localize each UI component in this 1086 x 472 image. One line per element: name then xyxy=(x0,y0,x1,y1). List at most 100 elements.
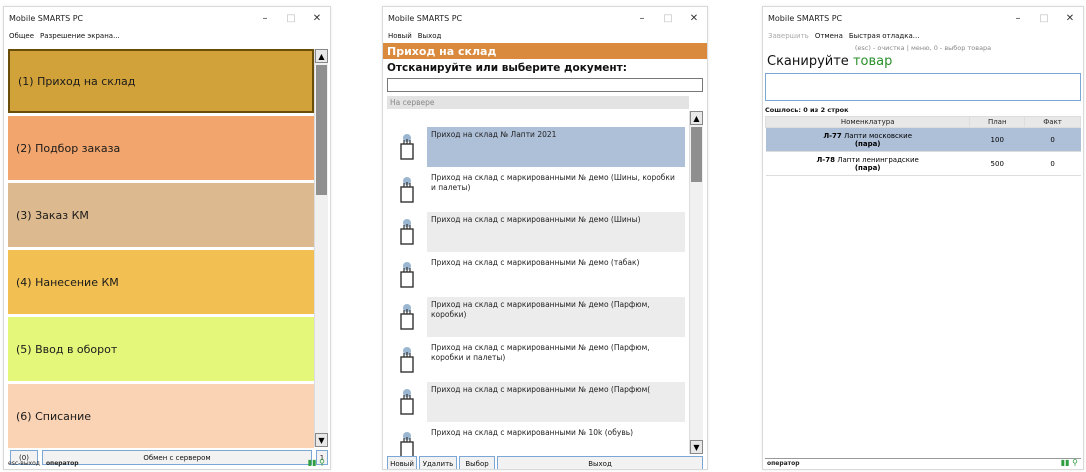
match-counter: Сошлось: 0 из 2 строк xyxy=(765,106,849,114)
col-header-nomenclature: Номенклатура xyxy=(764,116,971,128)
status-bar: оператор xyxy=(767,460,800,467)
exit-button[interactable]: Выход xyxy=(497,456,703,469)
network-status-icon: ▮▮ ⚲ xyxy=(1060,458,1078,467)
new-button[interactable]: Новый xyxy=(387,456,417,469)
keyboard-hint: (esc) - очистка | меню, 0 - выбор товара xyxy=(854,44,992,52)
status-user: оператор xyxy=(767,460,800,467)
window-title: Mobile SMARTS PC xyxy=(768,13,843,23)
maximize-button[interactable]: □ xyxy=(278,13,304,24)
vertical-scrollbar[interactable]: ▲ ▼ xyxy=(689,111,703,454)
scan-prompt: Сканируйте товар xyxy=(763,52,1083,71)
title-bar: Mobile SMARTS PC – □ ✕ xyxy=(383,7,707,29)
tile-apply-km[interactable]: (4) Нанесение КМ xyxy=(8,250,314,314)
minimize-button[interactable]: – xyxy=(252,13,278,24)
document-icon xyxy=(387,127,427,167)
document-icon xyxy=(387,382,427,422)
operation-banner: Приход на склад xyxy=(383,43,707,59)
cell-nomenclature: Л-77 Лапти московские (пара) xyxy=(765,127,970,152)
menu-finish[interactable]: Завершить xyxy=(768,32,809,40)
item-name: Лапти московские xyxy=(844,131,912,140)
item-unit: (пара) xyxy=(854,139,881,148)
group-header-server: На сервере xyxy=(387,96,689,109)
cell-plan: 500 xyxy=(969,151,1025,176)
bottom-divider xyxy=(765,458,1081,459)
cell-nomenclature: Л-78 Лапти ленинградские (пара) xyxy=(765,151,970,176)
minimize-button[interactable]: – xyxy=(629,13,655,24)
sync-server-button[interactable]: Обмен с сервером xyxy=(42,450,312,465)
status-user: оператор xyxy=(45,460,79,467)
document-title: Приход на склад с маркированными № демо … xyxy=(427,382,685,422)
document-icon xyxy=(387,340,427,380)
col-header-plan: План xyxy=(969,116,1026,128)
table-header: Номенклатура План Факт xyxy=(764,116,1081,128)
scroll-up-icon[interactable]: ▲ xyxy=(315,49,328,63)
close-button[interactable]: ✕ xyxy=(304,13,330,24)
item-name: Лапти ленинградские xyxy=(837,155,919,164)
status-bar: esc-выход оператор xyxy=(8,460,79,467)
document-icon xyxy=(387,170,427,210)
tile-circulation[interactable]: (5) Ввод в оборот xyxy=(8,317,314,381)
document-item[interactable]: Приход на склад с маркированными № демо … xyxy=(387,382,685,422)
cell-fact: 0 xyxy=(1024,151,1081,176)
document-icon xyxy=(387,425,427,457)
maximize-button[interactable]: □ xyxy=(655,13,681,24)
close-button[interactable]: ✕ xyxy=(681,13,707,24)
document-title: Приход на склад с маркированными № демо … xyxy=(427,297,685,337)
document-item[interactable]: Приход на склад с маркированными № демо … xyxy=(387,169,685,210)
document-item[interactable]: Приход на склад с маркированными № демо … xyxy=(387,254,685,295)
document-title: Приход на склад с маркированными № 10k (… xyxy=(427,424,685,457)
scroll-up-icon[interactable]: ▲ xyxy=(690,111,703,125)
table-row[interactable]: Л-78 Лапти ленинградские (пара) 500 0 xyxy=(765,151,1081,176)
document-item[interactable]: Приход на склад с маркированными № демо … xyxy=(387,297,685,337)
vertical-scrollbar[interactable]: ▲ ▼ xyxy=(314,49,328,447)
scan-goods-window: Mobile SMARTS PC – □ ✕ Завершить Отмена … xyxy=(762,6,1084,470)
document-icon xyxy=(387,255,427,295)
document-item[interactable]: Приход на склад с маркированными № 10k (… xyxy=(387,424,685,457)
maximize-button[interactable]: □ xyxy=(1031,13,1057,24)
menu-bar: Общее Разрешение экрана... xyxy=(4,29,330,43)
menu-exit[interactable]: Выход xyxy=(418,32,442,40)
document-title: Приход на склад № Лапти 2021 xyxy=(427,127,685,167)
document-item[interactable]: Приход на склад № Лапти 2021 xyxy=(387,127,685,167)
document-icon xyxy=(387,297,427,337)
status-esc-hint: esc-выход xyxy=(8,460,40,467)
tile-order-km[interactable]: (3) Заказ КМ xyxy=(8,183,314,247)
document-title: Приход на склад с маркированными № демо … xyxy=(427,212,685,252)
scroll-thumb[interactable] xyxy=(316,65,327,195)
menu-screen-resolution[interactable]: Разрешение экрана... xyxy=(40,32,120,40)
scan-prompt-item: товар xyxy=(852,54,893,69)
scroll-down-icon[interactable]: ▼ xyxy=(315,433,328,447)
document-list: Приход на склад № Лапти 2021 Приход на с… xyxy=(387,127,685,457)
scan-prompt-prefix: Сканируйте xyxy=(767,54,853,69)
document-title: Приход на склад с маркированными № демо … xyxy=(427,339,685,380)
document-item[interactable]: Приход на склад с маркированными № демо … xyxy=(387,212,685,252)
title-bar: Mobile SMARTS PC – □ ✕ xyxy=(763,7,1083,29)
tile-order-picking[interactable]: (2) Подбор заказа xyxy=(8,116,314,180)
operations-list: (1) Приход на склад (2) Подбор заказа (3… xyxy=(8,49,314,449)
close-button[interactable]: ✕ xyxy=(1057,13,1083,24)
minimize-button[interactable]: – xyxy=(1005,13,1031,24)
barcode-input[interactable] xyxy=(387,78,703,92)
barcode-input[interactable] xyxy=(765,73,1081,101)
item-code: Л-77 xyxy=(823,131,842,140)
window-title: Mobile SMARTS PC xyxy=(9,13,84,23)
menu-quick-debug[interactable]: Быстрая отладка... xyxy=(849,32,920,40)
menu-cancel[interactable]: Отмена xyxy=(815,32,843,40)
cell-plan: 100 xyxy=(969,127,1025,152)
menu-new[interactable]: Новый xyxy=(388,32,412,40)
tile-incoming[interactable]: (1) Приход на склад xyxy=(8,49,314,113)
select-button[interactable]: Выбор xyxy=(459,456,495,469)
delete-button[interactable]: Удалить xyxy=(419,456,457,469)
col-header-fact: Факт xyxy=(1024,116,1081,128)
document-item[interactable]: Приход на склад с маркированными № демо … xyxy=(387,339,685,380)
item-unit: (пара) xyxy=(854,163,881,172)
item-code: Л-78 xyxy=(816,155,835,164)
table-row[interactable]: Л-77 Лапти московские (пара) 100 0 xyxy=(765,127,1081,152)
tile-write-off[interactable]: (6) Списание xyxy=(8,384,314,448)
document-title: Приход на склад с маркированными № демо … xyxy=(427,254,685,295)
menu-general[interactable]: Общее xyxy=(9,32,34,40)
title-bar: Mobile SMARTS PC – □ ✕ xyxy=(4,7,330,29)
menu-bar: Завершить Отмена Быстрая отладка... xyxy=(763,29,1083,43)
scroll-thumb[interactable] xyxy=(691,127,702,182)
scroll-down-icon[interactable]: ▼ xyxy=(690,440,703,454)
